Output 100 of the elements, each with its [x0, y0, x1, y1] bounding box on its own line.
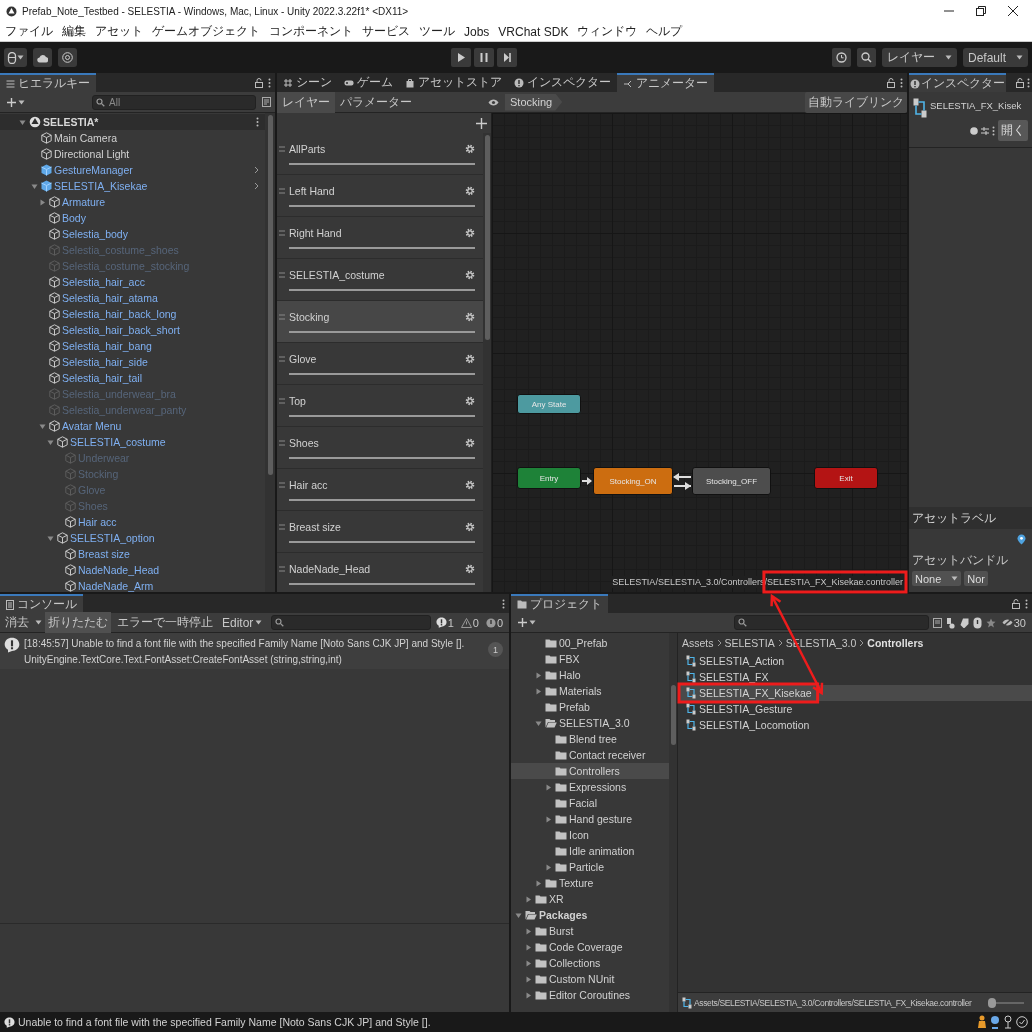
tree-item[interactable]: SELESTIA*	[43, 116, 99, 128]
settings-icon[interactable]	[981, 126, 989, 135]
folder-row[interactable]: FBX	[511, 651, 669, 667]
drag-handle-icon[interactable]	[279, 187, 285, 194]
search-field[interactable]	[270, 615, 431, 630]
drag-handle-icon[interactable]	[279, 439, 285, 446]
menu-item[interactable]: ツール	[419, 23, 455, 40]
folder-row[interactable]: Particle	[511, 859, 669, 875]
network-icon[interactable]	[1003, 1015, 1013, 1029]
bundle-dropdown[interactable]: None	[912, 571, 962, 586]
open-button[interactable]: 開く	[998, 120, 1028, 141]
folder-row[interactable]: Expressions	[511, 779, 669, 795]
gear-icon[interactable]	[465, 185, 475, 196]
menu-item[interactable]: ファイル	[5, 23, 53, 40]
folder-row[interactable]: SELESTIA_3.0	[511, 715, 669, 731]
lock-icon[interactable]	[255, 77, 263, 88]
more-options-icon[interactable]	[256, 117, 259, 127]
hidden-packages-toggle[interactable]: 30	[999, 616, 1028, 629]
tree-item[interactable]: Selestia_hair_tail	[62, 372, 142, 384]
drag-handle-icon[interactable]	[279, 145, 285, 152]
gear-icon[interactable]	[465, 395, 475, 406]
folder-row[interactable]: Halo	[511, 667, 669, 683]
tree-item[interactable]: Main Camera	[54, 132, 118, 144]
tree-item[interactable]: Breast size	[78, 548, 130, 560]
folder-row[interactable]: Burst	[511, 923, 669, 939]
folder-row[interactable]: Facial	[511, 795, 669, 811]
expand-arrow-icon[interactable]	[525, 975, 532, 983]
toggle-button[interactable]: 折りたたむ	[45, 612, 111, 633]
expand-arrow-icon[interactable]	[535, 879, 542, 887]
more-options-icon[interactable]	[992, 125, 995, 136]
breadcrumb[interactable]: Stocking	[505, 93, 563, 111]
play-button[interactable]	[451, 48, 472, 67]
tree-item[interactable]: Hair acc	[78, 516, 117, 528]
tree-item[interactable]: Selestia_hair_acc	[62, 276, 145, 288]
expand-arrow-icon[interactable]	[545, 783, 552, 791]
tab[interactable]: レイヤー	[277, 91, 335, 113]
expand-arrow-icon[interactable]	[545, 863, 552, 871]
collab-button[interactable]	[58, 48, 77, 67]
folder-row[interactable]: Blend tree	[511, 731, 669, 747]
tree-item[interactable]: Directional Light	[54, 148, 130, 160]
expand-arrow-icon[interactable]	[545, 815, 552, 823]
tree-item[interactable]: Armature	[62, 196, 106, 208]
add-layer-button[interactable]	[476, 117, 487, 129]
scrollbar[interactable]	[669, 633, 677, 1012]
folder-row[interactable]: Prefab	[511, 699, 669, 715]
editor-dropdown[interactable]: Editor	[219, 613, 266, 632]
asset-row[interactable]: SELESTIA_Gesture	[678, 701, 1032, 717]
folder-row[interactable]: 00_Prefab	[511, 635, 669, 651]
drag-handle-icon[interactable]	[279, 481, 285, 488]
folder-row[interactable]: Materials	[511, 683, 669, 699]
shapes-icon[interactable]	[945, 616, 956, 629]
clear-button[interactable]: 消去	[2, 612, 32, 633]
transition-arrow[interactable]	[673, 473, 692, 481]
tag-icon[interactable]	[1017, 534, 1026, 545]
menu-item[interactable]: コンポーネント	[269, 23, 353, 40]
state-node[interactable]: Exit	[814, 467, 878, 489]
tree-item[interactable]: Selestia_hair_side	[62, 356, 148, 368]
state-node[interactable]: Stocking_OFF	[692, 467, 771, 495]
asset-row[interactable]: SELESTIA_Action	[678, 653, 1032, 669]
search-field[interactable]: All	[92, 94, 256, 110]
transition-arrow[interactable]	[581, 477, 592, 485]
tree-item[interactable]: GestureManager	[54, 164, 133, 176]
tree-item[interactable]: Selestia_hair_atama	[62, 292, 158, 304]
star-icon[interactable]	[985, 617, 996, 628]
folder-row[interactable]: Packages	[511, 907, 669, 923]
console-tab[interactable]: コンソール	[0, 594, 83, 613]
layout-dropdown[interactable]: Default	[962, 48, 1028, 67]
help-icon[interactable]	[970, 126, 978, 135]
inspector-tab[interactable]: インスペクター	[909, 73, 1006, 92]
folder-row[interactable]: Contact receiver	[511, 747, 669, 763]
menu-item[interactable]: ゲームオブジェクト	[152, 23, 260, 40]
folder-row[interactable]: Custom NUnit	[511, 971, 669, 987]
gear-icon[interactable]	[465, 437, 475, 448]
expand-arrow-icon[interactable]	[515, 911, 522, 919]
layer-row[interactable]: Stocking	[277, 301, 483, 343]
gear-icon[interactable]	[465, 521, 475, 532]
gear-icon[interactable]	[465, 143, 475, 154]
project-tab[interactable]: プロジェクト	[511, 594, 608, 613]
folder-row[interactable]: Idle animation	[511, 843, 669, 859]
tab[interactable]: アニメーター	[617, 73, 714, 92]
menu-item[interactable]: サービス	[362, 23, 410, 40]
hierarchy-tab[interactable]: ヒエラルキー	[0, 73, 96, 92]
folder-row[interactable]: Icon	[511, 827, 669, 843]
breadcrumb-item[interactable]: Controllers	[867, 637, 924, 649]
state-node[interactable]: Entry	[517, 467, 581, 489]
menu-item[interactable]: VRChat SDK	[498, 24, 569, 39]
more-options-icon[interactable]	[1027, 77, 1030, 88]
search-button[interactable]	[856, 48, 876, 67]
scrollbar[interactable]	[265, 113, 275, 592]
eye-icon[interactable]	[488, 97, 499, 107]
figure-icon[interactable]	[977, 1015, 987, 1029]
history-button[interactable]	[831, 48, 851, 67]
toggle-button[interactable]: エラーで一時停止	[114, 612, 216, 633]
expand-arrow-icon[interactable]	[47, 534, 54, 542]
tree-item[interactable]: NadeNade_Arm	[78, 580, 154, 592]
drag-handle-icon[interactable]	[279, 271, 285, 278]
drag-handle-icon[interactable]	[279, 565, 285, 572]
tree-item[interactable]: Body	[62, 212, 86, 224]
expand-arrow-icon[interactable]	[525, 943, 532, 951]
gear-icon[interactable]	[465, 311, 475, 322]
